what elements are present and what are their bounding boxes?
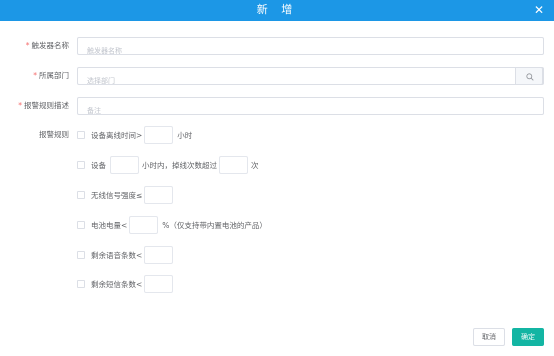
rule-sms-count: 剩余短信条数< bbox=[77, 275, 174, 293]
rule-drop-middle: 小时内，掉线次数超过 bbox=[142, 160, 217, 170]
rule-battery-value[interactable] bbox=[130, 217, 158, 233]
rule-voice-prefix: 剩余语音条数< bbox=[91, 250, 143, 260]
rule-voice-checkbox[interactable] bbox=[77, 251, 85, 259]
cancel-button[interactable]: 取消 bbox=[473, 328, 505, 346]
department-search-button[interactable] bbox=[515, 67, 543, 85]
rule-sms-checkbox[interactable] bbox=[77, 280, 85, 288]
rule-desc-field[interactable] bbox=[77, 97, 544, 119]
rule-desc-label: * 报警规则描述 bbox=[18, 101, 69, 111]
dialog-title: 新 增 bbox=[256, 3, 298, 16]
rule-drop-times-value[interactable] bbox=[220, 157, 247, 173]
department-label-text: 所属部门 bbox=[39, 71, 69, 80]
rule-desc-label-text: 报警规则描述 bbox=[24, 101, 69, 110]
rule-battery-input[interactable] bbox=[129, 216, 159, 234]
rule-sms-input[interactable] bbox=[144, 275, 174, 293]
rule-signal-input[interactable] bbox=[144, 186, 174, 204]
rule-desc-input[interactable] bbox=[78, 103, 543, 119]
rule-signal-strength: 无线信号强度≤ bbox=[77, 186, 174, 204]
department-field[interactable] bbox=[77, 67, 544, 89]
rule-drop-times-input[interactable] bbox=[219, 156, 248, 174]
rules-label: 报警规则 bbox=[39, 130, 69, 139]
rule-voice-value[interactable] bbox=[145, 247, 173, 263]
close-icon[interactable]: ✕ bbox=[533, 4, 545, 16]
rule-drop-checkbox[interactable] bbox=[77, 161, 85, 169]
required-mark: * bbox=[18, 101, 22, 110]
rule-offline-hours-value[interactable] bbox=[145, 127, 173, 143]
rule-drop-prefix: 设备 bbox=[91, 160, 106, 170]
department-label: * 所属部门 bbox=[33, 71, 69, 81]
department-input[interactable] bbox=[78, 73, 543, 89]
rule-sms-value[interactable] bbox=[145, 276, 173, 292]
trigger-name-input[interactable] bbox=[78, 43, 543, 59]
rule-offline-time: 设备离线时间> 小时 bbox=[77, 126, 192, 144]
rule-voice-input[interactable] bbox=[144, 246, 174, 264]
rule-battery: 电池电量< %（仅支持带内置电池的产品） bbox=[77, 216, 267, 234]
rule-offline-prefix: 设备离线时间> bbox=[91, 130, 143, 140]
search-icon bbox=[526, 73, 534, 81]
rule-drop-hours-input[interactable] bbox=[110, 156, 139, 174]
rule-offline-suffix: 小时 bbox=[177, 130, 193, 140]
trigger-name-label-text: 触发器名称 bbox=[31, 41, 70, 50]
rule-offline-checkbox[interactable] bbox=[77, 131, 85, 139]
rule-battery-checkbox[interactable] bbox=[77, 221, 85, 229]
rule-signal-value[interactable] bbox=[145, 187, 173, 203]
rule-drop-hours-value[interactable] bbox=[111, 157, 138, 173]
trigger-name-label: * 触发器名称 bbox=[26, 41, 69, 51]
rule-signal-checkbox[interactable] bbox=[77, 191, 85, 199]
required-mark: * bbox=[25, 41, 30, 50]
rule-sms-prefix: 剩余短信条数< bbox=[91, 279, 143, 289]
rule-battery-suffix: %（仅支持带内置电池的产品） bbox=[162, 220, 267, 230]
rule-drop-count: 设备 小时内，掉线次数超过 次 bbox=[77, 156, 259, 174]
dialog-header: 新 增 ✕ bbox=[0, 0, 554, 21]
rule-voice-count: 剩余语音条数< bbox=[77, 246, 174, 264]
rule-offline-hours-input[interactable] bbox=[144, 126, 174, 144]
rule-battery-prefix: 电池电量< bbox=[91, 220, 128, 230]
required-mark: * bbox=[33, 71, 37, 80]
trigger-name-field[interactable] bbox=[77, 37, 544, 59]
rule-drop-suffix: 次 bbox=[251, 160, 259, 170]
confirm-button[interactable]: 确定 bbox=[512, 328, 544, 346]
rule-signal-prefix: 无线信号强度≤ bbox=[91, 190, 143, 200]
